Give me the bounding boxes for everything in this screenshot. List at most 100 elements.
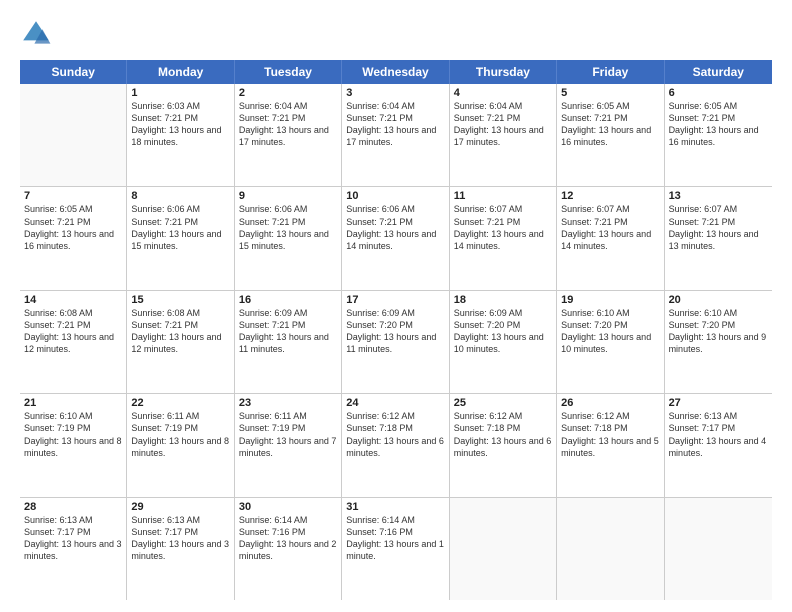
sunset-text: Sunset: 7:21 PM: [239, 319, 337, 331]
sunset-text: Sunset: 7:19 PM: [239, 422, 337, 434]
week-row-2: 7Sunrise: 6:05 AMSunset: 7:21 PMDaylight…: [20, 187, 772, 290]
header-cell-sunday: Sunday: [20, 60, 127, 84]
daylight-text: Daylight: 13 hours and 10 minutes.: [454, 331, 552, 355]
day-number: 27: [669, 397, 768, 409]
week-row-1: 1Sunrise: 6:03 AMSunset: 7:21 PMDaylight…: [20, 84, 772, 187]
sunrise-text: Sunrise: 6:06 AM: [239, 203, 337, 215]
week-row-4: 21Sunrise: 6:10 AMSunset: 7:19 PMDayligh…: [20, 394, 772, 497]
day-number: 17: [346, 294, 444, 306]
day-cell-22: 22Sunrise: 6:11 AMSunset: 7:19 PMDayligh…: [127, 394, 234, 496]
day-cell-3: 3Sunrise: 6:04 AMSunset: 7:21 PMDaylight…: [342, 84, 449, 186]
day-number: 29: [131, 501, 229, 513]
sunrise-text: Sunrise: 6:09 AM: [454, 307, 552, 319]
sunset-text: Sunset: 7:18 PM: [454, 422, 552, 434]
sunrise-text: Sunrise: 6:11 AM: [239, 410, 337, 422]
daylight-text: Daylight: 13 hours and 6 minutes.: [346, 435, 444, 459]
daylight-text: Daylight: 13 hours and 8 minutes.: [24, 435, 122, 459]
daylight-text: Daylight: 13 hours and 12 minutes.: [24, 331, 122, 355]
header-cell-tuesday: Tuesday: [235, 60, 342, 84]
sunset-text: Sunset: 7:19 PM: [131, 422, 229, 434]
daylight-text: Daylight: 13 hours and 2 minutes.: [239, 538, 337, 562]
header-cell-wednesday: Wednesday: [342, 60, 449, 84]
sunset-text: Sunset: 7:18 PM: [561, 422, 659, 434]
sunset-text: Sunset: 7:18 PM: [346, 422, 444, 434]
header-cell-friday: Friday: [557, 60, 664, 84]
sunrise-text: Sunrise: 6:05 AM: [24, 203, 122, 215]
day-number: 9: [239, 190, 337, 202]
sunset-text: Sunset: 7:21 PM: [561, 112, 659, 124]
sunset-text: Sunset: 7:20 PM: [454, 319, 552, 331]
day-number: 16: [239, 294, 337, 306]
day-cell-21: 21Sunrise: 6:10 AMSunset: 7:19 PMDayligh…: [20, 394, 127, 496]
daylight-text: Daylight: 13 hours and 13 minutes.: [669, 228, 768, 252]
day-cell-16: 16Sunrise: 6:09 AMSunset: 7:21 PMDayligh…: [235, 291, 342, 393]
sunrise-text: Sunrise: 6:12 AM: [454, 410, 552, 422]
sunset-text: Sunset: 7:21 PM: [561, 216, 659, 228]
sunrise-text: Sunrise: 6:04 AM: [239, 100, 337, 112]
sunset-text: Sunset: 7:21 PM: [454, 216, 552, 228]
day-number: 28: [24, 501, 122, 513]
sunrise-text: Sunrise: 6:13 AM: [24, 514, 122, 526]
sunrise-text: Sunrise: 6:08 AM: [131, 307, 229, 319]
daylight-text: Daylight: 13 hours and 6 minutes.: [454, 435, 552, 459]
sunrise-text: Sunrise: 6:14 AM: [239, 514, 337, 526]
day-number: 7: [24, 190, 122, 202]
calendar-header: SundayMondayTuesdayWednesdayThursdayFrid…: [20, 60, 772, 84]
sunrise-text: Sunrise: 6:07 AM: [561, 203, 659, 215]
day-number: 30: [239, 501, 337, 513]
logo-icon: [20, 18, 52, 50]
sunrise-text: Sunrise: 6:12 AM: [346, 410, 444, 422]
header: [20, 18, 772, 50]
calendar: SundayMondayTuesdayWednesdayThursdayFrid…: [20, 60, 772, 600]
day-number: 13: [669, 190, 768, 202]
daylight-text: Daylight: 13 hours and 7 minutes.: [239, 435, 337, 459]
sunset-text: Sunset: 7:21 PM: [239, 216, 337, 228]
day-cell-11: 11Sunrise: 6:07 AMSunset: 7:21 PMDayligh…: [450, 187, 557, 289]
day-number: 10: [346, 190, 444, 202]
sunrise-text: Sunrise: 6:04 AM: [346, 100, 444, 112]
daylight-text: Daylight: 13 hours and 17 minutes.: [346, 124, 444, 148]
day-number: 14: [24, 294, 122, 306]
daylight-text: Daylight: 13 hours and 3 minutes.: [24, 538, 122, 562]
day-cell-25: 25Sunrise: 6:12 AMSunset: 7:18 PMDayligh…: [450, 394, 557, 496]
sunrise-text: Sunrise: 6:06 AM: [346, 203, 444, 215]
daylight-text: Daylight: 13 hours and 16 minutes.: [561, 124, 659, 148]
logo: [20, 18, 58, 50]
day-number: 24: [346, 397, 444, 409]
daylight-text: Daylight: 13 hours and 8 minutes.: [131, 435, 229, 459]
day-cell-2: 2Sunrise: 6:04 AMSunset: 7:21 PMDaylight…: [235, 84, 342, 186]
day-number: 15: [131, 294, 229, 306]
sunset-text: Sunset: 7:17 PM: [24, 526, 122, 538]
day-number: 8: [131, 190, 229, 202]
daylight-text: Daylight: 13 hours and 11 minutes.: [346, 331, 444, 355]
day-cell-7: 7Sunrise: 6:05 AMSunset: 7:21 PMDaylight…: [20, 187, 127, 289]
sunrise-text: Sunrise: 6:03 AM: [131, 100, 229, 112]
day-cell-18: 18Sunrise: 6:09 AMSunset: 7:20 PMDayligh…: [450, 291, 557, 393]
sunrise-text: Sunrise: 6:10 AM: [24, 410, 122, 422]
day-number: 4: [454, 87, 552, 99]
daylight-text: Daylight: 13 hours and 18 minutes.: [131, 124, 229, 148]
sunset-text: Sunset: 7:21 PM: [131, 112, 229, 124]
day-cell-31: 31Sunrise: 6:14 AMSunset: 7:16 PMDayligh…: [342, 498, 449, 600]
sunset-text: Sunset: 7:21 PM: [131, 216, 229, 228]
daylight-text: Daylight: 13 hours and 16 minutes.: [24, 228, 122, 252]
day-number: 6: [669, 87, 768, 99]
daylight-text: Daylight: 13 hours and 12 minutes.: [131, 331, 229, 355]
sunset-text: Sunset: 7:21 PM: [454, 112, 552, 124]
day-number: 25: [454, 397, 552, 409]
day-cell-12: 12Sunrise: 6:07 AMSunset: 7:21 PMDayligh…: [557, 187, 664, 289]
day-number: 5: [561, 87, 659, 99]
sunrise-text: Sunrise: 6:05 AM: [561, 100, 659, 112]
sunset-text: Sunset: 7:17 PM: [131, 526, 229, 538]
week-row-5: 28Sunrise: 6:13 AMSunset: 7:17 PMDayligh…: [20, 498, 772, 600]
day-cell-19: 19Sunrise: 6:10 AMSunset: 7:20 PMDayligh…: [557, 291, 664, 393]
daylight-text: Daylight: 13 hours and 15 minutes.: [131, 228, 229, 252]
daylight-text: Daylight: 13 hours and 11 minutes.: [239, 331, 337, 355]
sunset-text: Sunset: 7:21 PM: [669, 112, 768, 124]
empty-cell: [20, 84, 127, 186]
header-cell-saturday: Saturday: [665, 60, 772, 84]
sunrise-text: Sunrise: 6:11 AM: [131, 410, 229, 422]
sunset-text: Sunset: 7:16 PM: [346, 526, 444, 538]
day-cell-5: 5Sunrise: 6:05 AMSunset: 7:21 PMDaylight…: [557, 84, 664, 186]
daylight-text: Daylight: 13 hours and 16 minutes.: [669, 124, 768, 148]
